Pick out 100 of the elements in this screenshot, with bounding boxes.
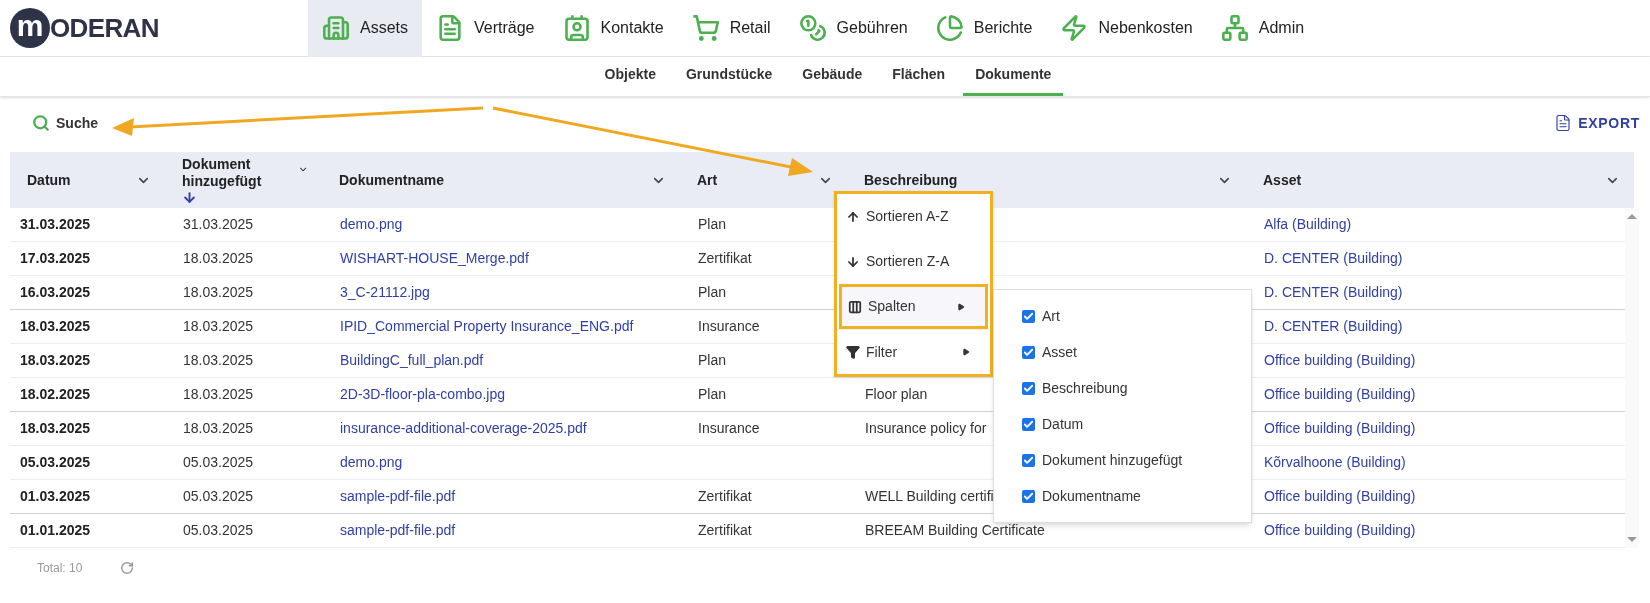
- sub-tab[interactable]: Dokumente: [963, 56, 1064, 96]
- nav-tab[interactable]: Gebühren: [784, 0, 922, 57]
- checkbox[interactable]: [1022, 309, 1035, 323]
- asset-link[interactable]: Office building (Building): [1256, 520, 1416, 541]
- table-cell-text: 05.03.2025: [182, 521, 254, 540]
- column-option[interactable]: Datum: [994, 406, 1251, 442]
- option-label: Dokumentname: [1042, 486, 1141, 506]
- columns-icon: [848, 299, 862, 314]
- column-option[interactable]: Dokumentname: [994, 478, 1251, 514]
- document-link[interactable]: demo.png: [332, 214, 403, 235]
- sub-tab[interactable]: Objekte: [592, 56, 668, 96]
- document-link[interactable]: insurance-additional-coverage-2025.pdf: [332, 418, 587, 439]
- table-cell-text: 18.02.2025: [20, 385, 91, 404]
- column-header[interactable]: Art: [680, 152, 847, 208]
- table-cell-text: 18.03.2025: [182, 351, 254, 370]
- scroll-up-icon[interactable]: [1627, 214, 1637, 219]
- column-title: Dokument hinzugefügt: [182, 155, 298, 205]
- column-header[interactable]: Dokumentname: [322, 152, 680, 208]
- checkbox[interactable]: [1022, 489, 1035, 503]
- nav-tab[interactable]: Nebenkosten: [1046, 0, 1207, 57]
- search-button[interactable]: Suche: [32, 112, 98, 134]
- table-cell-text: 05.03.2025: [182, 487, 254, 506]
- document-link[interactable]: sample-pdf-file.pdf: [332, 486, 456, 507]
- menu-item[interactable]: Filter: [837, 329, 990, 374]
- nav-tab[interactable]: Retail: [677, 0, 785, 57]
- column-header[interactable]: Datum: [10, 152, 165, 208]
- asset-link[interactable]: D. CENTER (Building): [1256, 248, 1403, 269]
- table-cell-text: 18.03.2025: [182, 283, 254, 302]
- export-button[interactable]: EXPORT: [1554, 112, 1640, 134]
- logo: m ODERAN: [0, 8, 308, 48]
- table-cell-text: 05.03.2025: [182, 453, 254, 472]
- table-cell-text: Zertifikat: [697, 521, 752, 540]
- option-label: Beschreibung: [1042, 378, 1128, 398]
- table-cell-text: 01.03.2025: [20, 487, 91, 506]
- table-cell-text: 18.03.2025: [20, 317, 91, 336]
- filter-icon: [846, 345, 860, 359]
- column-title: Beschreibung: [864, 171, 958, 189]
- asset-link[interactable]: Alfa (Building): [1256, 214, 1352, 235]
- table-cell-text: Plan: [697, 385, 727, 404]
- nav-tab[interactable]: Admin: [1206, 0, 1319, 57]
- checkbox[interactable]: [1022, 417, 1035, 431]
- column-option[interactable]: Dokument hinzugefügt: [994, 442, 1251, 478]
- document-link[interactable]: 2D-3D-floor-pla-combo.jpg: [332, 384, 505, 405]
- menu-label: Filter: [846, 341, 898, 363]
- table-cell-text: BREEAM Building Certificate: [864, 521, 1045, 540]
- sub-tab[interactable]: Flächen: [880, 56, 958, 96]
- asset-link[interactable]: Office building (Building): [1256, 418, 1416, 439]
- column-header[interactable]: Beschreibung: [847, 152, 1246, 208]
- nav-tab[interactable]: Verträge: [422, 0, 549, 57]
- submenu-arrow-icon: [957, 302, 965, 311]
- asset-link[interactable]: Office building (Building): [1256, 384, 1416, 405]
- asset-link[interactable]: Kõrvalhoone (Building): [1256, 452, 1406, 473]
- scroll-down-icon[interactable]: [1627, 537, 1637, 542]
- document-link[interactable]: BuildingC_full_plan.pdf: [332, 350, 484, 371]
- sub-tab[interactable]: Grundstücke: [673, 56, 785, 96]
- nav-tab[interactable]: Berichte: [921, 0, 1047, 57]
- table-cell-text: 18.03.2025: [182, 249, 254, 268]
- document-link[interactable]: WISHART-HOUSE_Merge.pdf: [332, 248, 529, 269]
- column-header[interactable]: Dokument hinzugefügt: [165, 152, 322, 208]
- checkbox[interactable]: [1022, 453, 1035, 467]
- table-cell-text: 01.01.2025: [20, 521, 91, 540]
- document-link[interactable]: demo.png: [332, 452, 403, 473]
- document-link[interactable]: sample-pdf-file.pdf: [332, 520, 456, 541]
- table-cell-text: Zertifikat: [697, 487, 752, 506]
- asset-link[interactable]: D. CENTER (Building): [1256, 282, 1403, 303]
- document-icon: [436, 14, 464, 42]
- table-cell-text: 31.03.2025: [20, 215, 91, 234]
- submenu-arrow-icon: [962, 348, 970, 356]
- nav-tab[interactable]: Kontakte: [548, 0, 678, 57]
- document-link[interactable]: IPID_Commercial Property Insurance_ENG.pdf: [332, 316, 634, 337]
- table-cell-text: Zertifikat: [697, 249, 752, 268]
- total-count: Total: 10: [37, 560, 83, 577]
- table-cell-text: 31.03.2025: [182, 215, 254, 234]
- table-cell-text: Plan: [697, 215, 727, 234]
- table-cell-text: 17.03.2025: [20, 249, 91, 268]
- search-icon: [32, 114, 50, 132]
- spreadsheet-icon: [1554, 113, 1573, 133]
- nav-tab[interactable]: Assets: [308, 0, 422, 57]
- table-cell-text: Insurance policy for: [864, 419, 987, 438]
- option-label: Dokument hinzugefügt: [1042, 450, 1183, 470]
- column-option[interactable]: Beschreibung: [994, 370, 1251, 406]
- column-option[interactable]: Art: [994, 298, 1251, 334]
- table-cell-text: Plan: [697, 283, 727, 302]
- table-cell-text: 18.03.2025: [182, 317, 254, 336]
- checkbox[interactable]: [1022, 345, 1035, 359]
- column-option[interactable]: Asset: [994, 334, 1251, 370]
- asset-link[interactable]: Office building (Building): [1256, 350, 1416, 371]
- checkbox[interactable]: [1022, 381, 1035, 395]
- table-cell-text: 18.03.2025: [182, 419, 254, 438]
- refresh-icon[interactable]: [120, 561, 135, 575]
- column-header[interactable]: Asset: [1246, 152, 1634, 208]
- asset-link[interactable]: D. CENTER (Building): [1256, 316, 1403, 337]
- asset-link[interactable]: Office building (Building): [1256, 486, 1416, 507]
- menu-label: Sortieren Z-A: [846, 251, 950, 272]
- menu-item[interactable]: Sortieren Z-A: [837, 239, 990, 284]
- table-cell-text: Floor plan: [864, 385, 928, 404]
- sub-tab[interactable]: Gebäude: [790, 56, 875, 96]
- menu-item[interactable]: Spalten: [839, 284, 988, 329]
- document-link[interactable]: 3_C-21112.jpg: [332, 282, 430, 303]
- cart-icon: [691, 14, 720, 42]
